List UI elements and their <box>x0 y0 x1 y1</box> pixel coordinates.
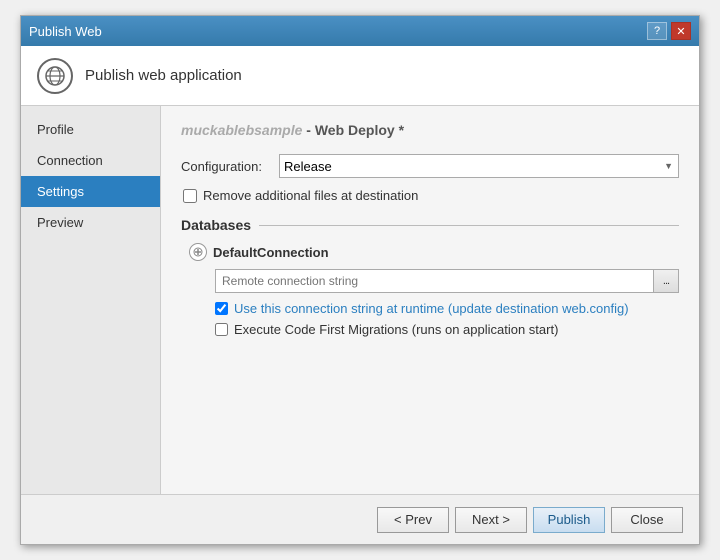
close-button[interactable]: Close <box>611 507 683 533</box>
help-button[interactable]: ? <box>647 22 667 40</box>
configuration-select-wrapper: Debug Release <box>279 154 679 178</box>
header-section: Publish web application <box>21 46 699 106</box>
page-subtitle: muckablebsample - Web Deploy * <box>181 122 679 138</box>
default-connection-group: DefaultConnection Use this connection st… <box>189 243 679 337</box>
main-content: muckablebsample - Web Deploy * Configura… <box>161 106 699 494</box>
sidebar-item-connection[interactable]: Connection <box>21 145 160 176</box>
connection-string-row <box>215 269 679 293</box>
dialog-title: Publish Web <box>29 24 102 39</box>
databases-section-title: Databases <box>181 217 679 233</box>
sidebar-item-preview[interactable]: Preview <box>21 207 160 238</box>
code-first-checkbox[interactable] <box>215 323 228 336</box>
remove-files-label: Remove additional files at destination <box>203 188 418 203</box>
connection-string-browse-button[interactable] <box>653 269 679 293</box>
configuration-row: Configuration: Debug Release <box>181 154 679 178</box>
title-bar-buttons: ? ✕ <box>647 22 691 40</box>
remove-files-checkbox[interactable] <box>183 189 197 203</box>
page-title-suffix: - Web Deploy * <box>302 122 404 138</box>
configuration-select[interactable]: Debug Release <box>279 154 679 178</box>
body: Profile Connection Settings Preview muck… <box>21 106 699 494</box>
publish-web-dialog: Publish Web ? ✕ Publish web application … <box>20 15 700 545</box>
globe-icon <box>44 65 66 87</box>
footer: < Prev Next > Publish Close <box>21 494 699 544</box>
db-name: DefaultConnection <box>213 245 329 260</box>
remove-files-row: Remove additional files at destination <box>183 188 679 203</box>
code-first-row: Execute Code First Migrations (runs on a… <box>215 322 679 337</box>
next-button[interactable]: Next > <box>455 507 527 533</box>
connection-string-input[interactable] <box>215 269 653 293</box>
header-title: Publish web application <box>85 67 242 84</box>
dialog-close-button[interactable]: ✕ <box>671 22 691 40</box>
sidebar-item-profile[interactable]: Profile <box>21 114 160 145</box>
use-connection-row: Use this connection string at runtime (u… <box>215 301 679 316</box>
collapse-icon <box>193 247 203 257</box>
publish-button[interactable]: Publish <box>533 507 605 533</box>
databases-section: DefaultConnection Use this connection st… <box>189 243 679 337</box>
prev-button[interactable]: < Prev <box>377 507 449 533</box>
hostname-text: muckablebsample <box>181 122 302 138</box>
collapse-button[interactable] <box>189 243 207 261</box>
sidebar: Profile Connection Settings Preview <box>21 106 161 494</box>
use-connection-checkbox[interactable] <box>215 302 228 315</box>
configuration-label: Configuration: <box>181 159 271 174</box>
sidebar-item-settings[interactable]: Settings <box>21 176 160 207</box>
header-icon <box>37 58 73 94</box>
use-connection-label: Use this connection string at runtime (u… <box>234 301 629 316</box>
db-header: DefaultConnection <box>189 243 679 261</box>
title-bar: Publish Web ? ✕ <box>21 16 699 46</box>
code-first-label: Execute Code First Migrations (runs on a… <box>234 322 558 337</box>
